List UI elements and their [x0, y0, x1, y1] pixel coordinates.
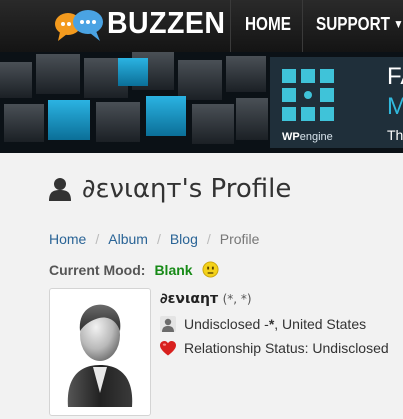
ad-headline-1: FA	[387, 63, 403, 90]
header-banner: WPengine FA M Th	[0, 52, 403, 153]
nav-support-label: SUPPORT	[316, 14, 390, 34]
breadcrumb-home[interactable]: Home	[49, 231, 86, 247]
caret-down-icon: ▼	[393, 17, 403, 31]
username-text: ∂ενιαηт	[160, 291, 219, 307]
profile-location: Undisclosed - *, United States	[160, 316, 366, 332]
advertisement[interactable]: WPengine FA M Th	[270, 57, 403, 148]
current-mood: Current Mood: Blank	[49, 261, 219, 278]
page-title: ∂ενιαηт's Profile	[49, 174, 291, 204]
avatar-placeholder-icon	[67, 304, 133, 407]
breadcrumb-blog[interactable]: Blog	[170, 231, 198, 247]
page-title-text: ∂ενιαηт's Profile	[82, 174, 292, 204]
mood-label: Current Mood:	[49, 261, 146, 278]
nav-home-link[interactable]: HOME	[245, 14, 291, 35]
breadcrumb-separator: /	[206, 231, 211, 247]
breadcrumb-separator: /	[156, 231, 161, 247]
user-icon	[49, 178, 71, 201]
wpengine-logo-icon	[282, 69, 334, 121]
brand-logo-text[interactable]: BUZZEN	[107, 5, 225, 41]
mood-value: Blank	[154, 261, 193, 278]
relationship-text: Relationship Status: Undisclosed	[184, 340, 389, 356]
nav-divider	[302, 0, 303, 52]
nav-support-dropdown[interactable]: SUPPORT ▼	[316, 14, 403, 35]
profile-username: ∂ενιαηт (*, *)	[160, 291, 252, 307]
person-icon	[160, 316, 176, 332]
heart-icon	[160, 340, 176, 355]
location-prefix: Undisclosed -	[184, 316, 269, 332]
avatar[interactable]	[49, 288, 151, 416]
nav-divider	[230, 0, 231, 52]
profile-relationship: Relationship Status: Undisclosed	[160, 340, 389, 356]
smiley-icon	[202, 261, 219, 278]
location-rest: , United States	[274, 316, 367, 332]
breadcrumb-separator: /	[95, 231, 100, 247]
ad-brand-text: WPengine	[282, 131, 333, 143]
ad-headline-3: Th	[387, 127, 403, 143]
ad-headline-2: M	[387, 93, 403, 120]
breadcrumb: Home / Album / Blog / Profile	[49, 231, 259, 247]
breadcrumb-album[interactable]: Album	[108, 231, 148, 247]
username-meta: (*, *)	[222, 292, 252, 306]
chat-bubbles-icon[interactable]	[52, 8, 106, 44]
top-navbar: BUZZEN HOME SUPPORT ▼	[0, 0, 403, 52]
breadcrumb-current: Profile	[219, 231, 260, 247]
